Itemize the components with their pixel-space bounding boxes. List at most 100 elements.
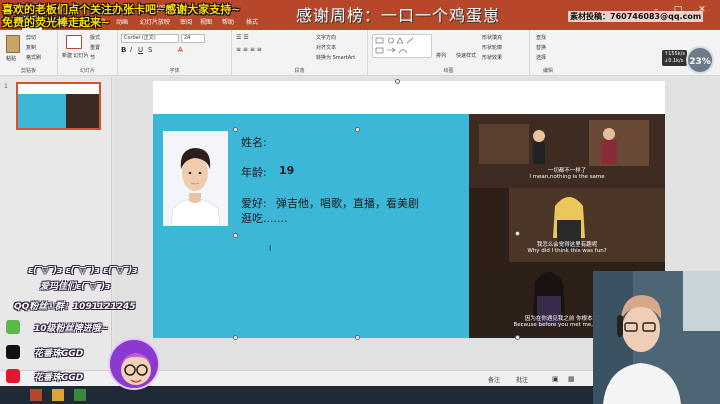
bullets-button[interactable]: ☰ ☰ — [236, 34, 249, 41]
profile-panel[interactable]: 姓名: 年龄: 19 爱好: 弹吉他，唱歌，直播，看美剧 逛吃....... I — [153, 114, 469, 340]
layout-button[interactable]: 版式 — [90, 34, 100, 41]
align-buttons[interactable]: ≡ ≡ ≡ ≡ — [236, 46, 262, 53]
shape-fill-button[interactable]: 形状填充 — [482, 34, 502, 41]
tab-format[interactable]: 格式 — [246, 17, 258, 26]
italic-button[interactable]: I — [130, 46, 132, 54]
promo-qq-group: QQ粉丝①群：1091121245 — [14, 302, 136, 312]
name-label: 姓名: — [241, 136, 267, 149]
tab-review[interactable]: 审阅 — [180, 17, 192, 26]
underline-button[interactable]: U — [138, 46, 143, 54]
font-label: 字体 — [169, 68, 180, 74]
promo-fan-badge: 10级粉丝牌进哦~ — [34, 324, 109, 334]
app-taskbar-icon[interactable] — [52, 389, 64, 401]
powerpoint-taskbar-icon[interactable] — [30, 389, 42, 401]
notes-button[interactable]: 备注 — [488, 375, 500, 384]
cpu-usage-badge: 23% — [686, 46, 714, 74]
font-name-select[interactable]: Corbel (正文) — [121, 34, 179, 43]
subtitle-1-cn: 一切都不一样了 — [547, 168, 587, 174]
subtitle-2-cn: 我怎么会觉得这里有趣呢 — [536, 242, 598, 248]
slides-label: 幻灯片 — [79, 68, 95, 74]
shape-effects-button[interactable]: 形状效果 — [482, 54, 502, 61]
app-taskbar-icon[interactable] — [74, 389, 86, 401]
webcam-feed — [593, 271, 720, 404]
download-speed: ↓0.1k/s — [664, 58, 684, 64]
selection-handle[interactable] — [233, 335, 238, 340]
smartart-button[interactable]: 转换为 SmartArt — [316, 54, 355, 61]
promo-kaomoji-line: ε(‾▽‾)з ε(‾▽‾)з ε(‾▽‾)з — [28, 266, 138, 276]
shapes-gallery[interactable] — [372, 34, 432, 58]
selection-handle[interactable] — [515, 335, 520, 340]
ribbon: 粘贴 剪切 复制 格式刷 剪贴板 新建 幻灯片 版式 重置 节 幻灯片 Corb… — [0, 30, 720, 76]
new-slide-button[interactable]: 新建 幻灯片 — [62, 52, 89, 59]
reset-button[interactable]: 重置 — [90, 44, 100, 51]
webcam-image — [593, 271, 720, 404]
weibo-icon — [6, 369, 20, 383]
clipboard-group: 粘贴 剪切 复制 格式刷 剪贴板 — [0, 30, 58, 76]
paragraph-label: 段落 — [294, 68, 305, 74]
upload-speed: ↑155k/s — [664, 51, 685, 57]
hobby-line-1: 弹吉他，唱歌，直播，看美剧 — [276, 197, 419, 210]
streamer-cartoon-avatar — [108, 338, 160, 390]
portrait-image — [163, 131, 228, 226]
text-direction-button[interactable]: 文字方向 — [316, 34, 336, 41]
selection-handle[interactable] — [355, 335, 360, 340]
thumbnail-image — [66, 94, 99, 128]
tv-frame-1: 一切都不一样了 I mean,nothing is the same — [469, 114, 665, 188]
tv-frame-2: 我怎么会觉得这里有趣呢 Why did I think this was fun… — [469, 188, 665, 262]
paragraph-group: ☰ ☰ ≡ ≡ ≡ ≡ 文字方向 对齐文本 转换为 SmartArt 段落 — [232, 30, 368, 76]
format-painter-button[interactable]: 格式刷 — [26, 54, 41, 61]
tab-help[interactable]: 帮助 — [222, 17, 234, 26]
subtitle-1-en: I mean,nothing is the same — [529, 174, 605, 180]
slides-group: 新建 幻灯片 版式 重置 节 幻灯片 — [58, 30, 118, 76]
promo-weibo-account: 花番珠GGD — [34, 373, 84, 383]
section-button[interactable]: 节 — [90, 54, 95, 61]
paste-button[interactable]: 粘贴 — [6, 55, 16, 62]
paste-icon[interactable] — [6, 35, 20, 53]
selection-handle[interactable] — [233, 233, 238, 238]
font-color-button[interactable]: A — [178, 46, 183, 54]
age-value: 19 — [279, 164, 295, 177]
drawing-label: 绘图 — [443, 68, 454, 74]
slide-sorter-icon[interactable]: ▦ — [568, 375, 575, 383]
network-speed-widget: ↑155k/s ↓0.1k/s — [662, 50, 687, 66]
shape-outline-button[interactable]: 形状轮廓 — [482, 44, 502, 51]
editing-label: 编辑 — [542, 68, 553, 74]
hobby-label: 爱好: — [241, 197, 267, 210]
quick-styles-button[interactable]: 快速样式 — [456, 52, 476, 59]
slide-number: 1 — [4, 83, 8, 90]
tab-view[interactable]: 视图 — [200, 17, 212, 26]
submission-contact: 素材投稿：760746083@qq.com — [568, 11, 704, 22]
strikethrough-button[interactable]: S — [148, 46, 152, 54]
align-text-button[interactable]: 对齐文本 — [316, 44, 336, 51]
thumbnail-blue-panel — [18, 94, 66, 128]
donation-banner-line-2: 免费的荧光棒走起来~ — [2, 16, 111, 29]
selection-handle[interactable] — [515, 231, 520, 236]
editing-area: 姓名: 年龄: 19 爱好: 弹吉他，唱歌，直播，看美剧 逛吃....... I… — [113, 77, 673, 370]
age-label: 年龄: — [241, 166, 267, 179]
subtitle-2-en: Why did I think this was fun? — [527, 248, 607, 254]
font-size-select[interactable]: 24 — [181, 34, 205, 43]
arrange-button[interactable]: 排列 — [436, 52, 446, 59]
cut-button[interactable]: 剪切 — [26, 34, 36, 41]
editing-group: 查找 替换 选择 编辑 — [530, 30, 566, 76]
slide-canvas[interactable]: 姓名: 年龄: 19 爱好: 弹吉他，唱歌，直播，看美剧 逛吃....... I… — [153, 79, 665, 340]
new-slide-icon[interactable] — [66, 35, 82, 49]
rotation-handle[interactable] — [395, 79, 400, 84]
slide-thumbnail[interactable] — [16, 82, 101, 130]
clipboard-label: 剪贴板 — [20, 68, 36, 74]
find-button[interactable]: 查找 — [536, 34, 546, 41]
bold-button[interactable]: B — [121, 46, 126, 54]
weekly-ranking-title: 感谢周榜：一口一个鸡蛋崽 — [296, 6, 501, 25]
tab-slideshow[interactable]: 幻灯片放映 — [140, 17, 170, 26]
selection-handle[interactable] — [355, 127, 360, 132]
copy-button[interactable]: 复制 — [26, 44, 36, 51]
comments-button[interactable]: 批注 — [516, 375, 528, 384]
tab-animations[interactable]: 动画 — [116, 17, 128, 26]
promo-fans-line: 爱玛佳们ε(‾▽‾)з — [40, 282, 111, 292]
hobby-line-2: 逛吃....... — [241, 212, 288, 225]
selection-handle[interactable] — [233, 127, 238, 132]
select-button[interactable]: 选择 — [536, 54, 546, 61]
normal-view-icon[interactable]: ▣ — [552, 375, 559, 383]
replace-button[interactable]: 替换 — [536, 44, 546, 51]
shapes-icon — [375, 37, 414, 54]
